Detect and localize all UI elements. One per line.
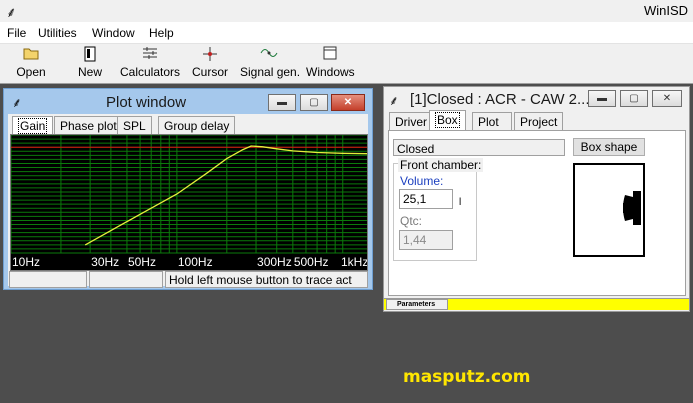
plot-window: ⸙ Plot window ▬ ▢ ✕ Gain Phase plot SPL … [3,88,373,290]
status-cell-1 [9,271,87,288]
qtc-label: Qtc: [400,214,423,228]
signal-gen-label: Signal gen. [240,65,301,79]
box-window-logo-icon: ⸙ [389,93,399,108]
toolbar: Open New Calculators Cursor Signal gen. … [0,44,693,84]
windows-button[interactable]: Windows [306,46,355,82]
volume-input[interactable]: 25,1 [399,189,453,209]
x-tick-label: 1kHz [341,255,367,269]
x-tick-label: 30Hz [91,255,119,269]
plot-window-title: Plot window [106,94,187,111]
x-tick-label: 50Hz [128,255,156,269]
menu-utilities[interactable]: Utilities [38,26,77,40]
minimize-icon[interactable]: ▬ [588,90,616,107]
gain-curve-series-0 [84,145,368,246]
gain-plot-svg: 10Hz 30Hz 50Hz 100Hz 300Hz 500Hz 1kHz [10,134,368,269]
signal-gen-button[interactable]: Signal gen. [240,46,301,82]
restore-icon[interactable]: ▢ [620,90,648,107]
close-icon[interactable]: ✕ [331,94,365,111]
box-shape-button[interactable]: Box shape [573,138,645,156]
cursor-label: Cursor [191,65,228,79]
new-label: New [77,65,102,79]
close-icon[interactable]: ✕ [652,90,682,107]
tab-spl[interactable]: SPL [117,116,152,134]
tab-box-label: Box [435,112,460,128]
app-logo-icon: ⸙ [6,4,17,20]
menu-bar: File Utilities Window Help [0,22,693,44]
tab-phase-plot-label: Phase plot [60,119,117,133]
folder-icon [12,46,50,64]
tab-gain-label: Gain [18,118,48,134]
tab-spl-label: SPL [123,119,146,133]
x-tick-label: 100Hz [178,255,213,269]
front-chamber-label: Front chamber: [398,158,484,172]
calculators-label: Calculators [120,65,181,79]
new-button[interactable]: New [72,46,108,82]
tab-group-delay-label: Group delay [164,119,230,133]
menu-file[interactable]: File [7,26,26,40]
tab-driver-label: Driver [395,115,427,129]
tab-box[interactable]: Box [429,110,466,131]
box-shape-preview [573,163,645,257]
minimize-icon[interactable]: ▬ [268,94,296,111]
calculator-icon [120,46,180,64]
open-label: Open [16,65,46,79]
box-window: ⸙ [1]Closed : ACR - CAW 2... ▬ ▢ ✕ Drive… [383,86,690,312]
status-cell-2 [89,271,163,288]
parameters-bar: Parameters [384,298,689,310]
box-type-field: Closed [393,139,565,156]
crosshair-cursor-icon [190,46,230,64]
tab-plot-label: Plot [478,115,499,129]
windows-icon [306,46,354,64]
app-titlebar: ⸙ WinISD [0,0,693,22]
status-hint: Hold left mouse button to trace act [165,271,368,288]
calculators-button[interactable]: Calculators [120,46,180,82]
box-window-title: [1]Closed : ACR - CAW 2... [410,91,590,108]
speaker-driver-icon [623,191,641,225]
new-document-icon [72,46,108,64]
tab-plot[interactable]: Plot [472,112,512,130]
windows-label: Windows [306,65,355,79]
watermark: masputz.com [403,367,531,387]
x-tick-label: 500Hz [294,255,329,269]
qtc-field: 1,44 [399,230,453,250]
parameters-tab[interactable]: Parameters [386,299,448,310]
restore-icon[interactable]: ▢ [300,94,328,111]
tab-gain[interactable]: Gain [12,116,54,134]
open-button[interactable]: Open [12,46,50,82]
volume-label: Volume: [400,174,444,188]
app-title: WinISD [643,3,688,18]
tab-group-delay[interactable]: Group delay [158,116,236,134]
tab-project[interactable]: Project [514,112,564,130]
menu-window[interactable]: Window [92,26,135,40]
x-tick-label: 10Hz [12,255,40,269]
signal-generator-icon [240,46,298,64]
tab-driver[interactable]: Driver [389,112,433,130]
cursor-button[interactable]: Cursor [190,46,230,82]
gain-plot[interactable]: 10Hz 30Hz 50Hz 100Hz 300Hz 500Hz 1kHz [10,134,368,271]
tab-phase-plot[interactable]: Phase plot [54,116,123,134]
x-tick-label: 300Hz [257,255,292,269]
volume-unit: l [459,197,462,208]
plot-window-logo-icon: ⸙ [12,95,22,110]
tab-project-label: Project [520,115,558,129]
menu-help[interactable]: Help [149,26,174,40]
